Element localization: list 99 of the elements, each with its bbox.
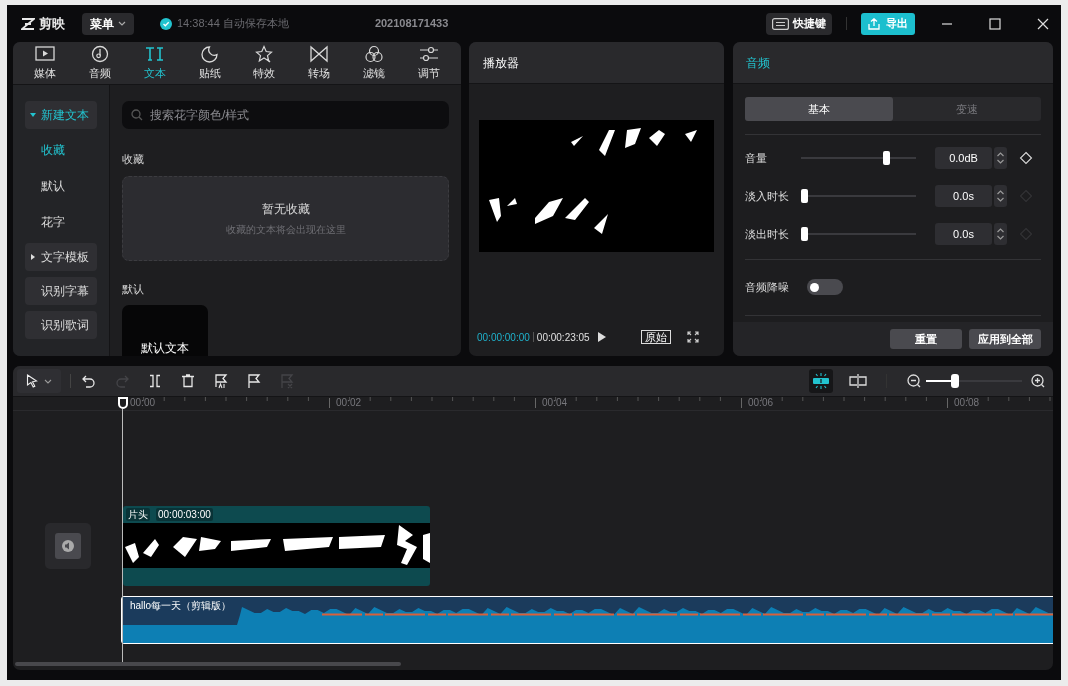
ruler-label: 00:06 (748, 397, 774, 409)
close-icon[interactable] (1037, 17, 1049, 30)
sidebar-item[interactable]: 收藏 (25, 135, 97, 165)
sidebar-item[interactable]: 识别字幕 (25, 277, 97, 305)
track-audio-button[interactable] (45, 523, 91, 569)
section-heading: 默认 (122, 281, 145, 297)
slider-track[interactable] (801, 189, 916, 203)
media-tab[interactable]: 转场 (299, 45, 340, 82)
video-frame-icon (35, 45, 55, 63)
play-icon[interactable] (596, 331, 607, 343)
slider-track[interactable] (801, 227, 916, 241)
reset-button[interactable]: 重置 (890, 329, 962, 349)
empty-title: 暂无收藏 (261, 200, 310, 218)
value-field[interactable]: 0.0s (935, 185, 992, 207)
star-icon (254, 45, 275, 63)
sidebar-item[interactable]: 识别歌词 (25, 311, 97, 339)
undo-icon[interactable] (82, 373, 96, 389)
app-name: 剪映 (39, 14, 65, 33)
cursor-arrow-icon (26, 374, 38, 388)
sidebar-item[interactable]: 新建文本 (25, 101, 97, 129)
media-tab[interactable]: 滤镜 (354, 45, 395, 82)
param-label: 淡入时长 (745, 188, 790, 204)
expanded-caret-icon[interactable] (29, 111, 37, 119)
search-field[interactable]: 搜索花字颜色/样式 (122, 101, 449, 129)
caret-icon (44, 378, 52, 384)
apply-all-button[interactable]: 应用到全部 (969, 329, 1041, 349)
param-label: 淡出时长 (745, 226, 790, 242)
video-clip[interactable]: 片头 00:00:03:00 (123, 506, 430, 586)
audio-clip[interactable]: hallo每一天（剪辑版） (121, 596, 1053, 644)
media-tab[interactable]: 文本 (134, 45, 175, 82)
shortcuts-button[interactable]: 快捷键 (766, 12, 832, 35)
magnet-bar-icon (812, 373, 830, 389)
speaker-icon (62, 540, 74, 552)
ruler-label: 00:02 (336, 397, 362, 409)
clip-label: 片头 (126, 508, 150, 521)
menu-button[interactable]: 菜单 (82, 12, 134, 35)
keyboard-icon (772, 17, 789, 30)
panel-title: 播放器 (483, 54, 519, 72)
split-icon[interactable] (148, 373, 162, 389)
value-field[interactable]: 0.0s (935, 223, 992, 245)
spinner-icon[interactable] (996, 189, 1005, 203)
toggle-switch[interactable] (807, 279, 843, 295)
media-tab[interactable]: 贴纸 (189, 45, 230, 82)
link-split-icon[interactable] (849, 374, 867, 388)
text-icon (144, 45, 165, 63)
text-preset-card[interactable]: 默认文本 (122, 305, 208, 356)
segment-tab[interactable]: 基本 (745, 97, 893, 121)
logo-icon (21, 17, 35, 30)
total-time: 00:00:23:05 (536, 330, 590, 345)
slider-thumb[interactable] (950, 374, 959, 388)
keyframe-diamond-icon[interactable] (1019, 151, 1033, 165)
slider-thumb[interactable] (801, 189, 808, 203)
toggle-label: 音频降噪 (745, 279, 790, 295)
spinner-icon[interactable] (996, 151, 1005, 165)
section-heading: 收藏 (122, 152, 145, 167)
value-field[interactable]: 0.0dB (935, 147, 992, 169)
ruler-label: 00:00 (130, 397, 156, 409)
sliders-icon (418, 45, 439, 63)
select-tool-button[interactable] (17, 369, 61, 393)
playhead[interactable] (117, 397, 128, 665)
media-tab[interactable]: 音频 (79, 45, 120, 82)
ruler-label: 00:04 (542, 397, 568, 409)
slider-thumb[interactable] (801, 227, 808, 241)
media-tab[interactable]: 特效 (244, 45, 285, 82)
zoom-slider[interactable] (926, 374, 1022, 388)
current-time: 00:00:00:00 (477, 330, 530, 345)
caret-icon (118, 21, 126, 26)
bowtie-icon (309, 45, 330, 63)
collapsed-caret-icon[interactable] (29, 253, 37, 261)
ratio-button[interactable]: 原始 (640, 330, 671, 344)
sidebar-item[interactable]: 文字模板 (25, 243, 97, 271)
snap-button[interactable] (809, 369, 833, 393)
flag-icon[interactable] (247, 373, 261, 389)
clip-label: hallo每一天（剪辑版） (130, 599, 232, 613)
media-tab[interactable]: 调节 (408, 45, 449, 82)
slider-thumb[interactable] (883, 151, 891, 165)
horizontal-scrollbar[interactable] (15, 662, 401, 666)
spinner-icon[interactable] (996, 227, 1005, 241)
clip-duration: 00:00:03:00 (156, 508, 213, 521)
slider-track[interactable] (801, 151, 916, 165)
fullscreen-icon[interactable] (686, 331, 699, 343)
search-icon (131, 109, 143, 121)
panel-title: 音频 (746, 54, 770, 72)
circles-icon (364, 45, 385, 63)
check-circle-icon (160, 17, 172, 30)
autosave-status: 14:38:44 自动保存本地 (177, 16, 289, 32)
trash-icon[interactable] (181, 373, 195, 389)
flag-ai-icon[interactable] (214, 373, 228, 389)
sidebar-item[interactable]: 花字 (25, 207, 97, 237)
maximize-icon[interactable] (989, 17, 1001, 30)
zoom-in-icon[interactable] (1031, 374, 1045, 388)
media-tab[interactable]: 媒体 (25, 45, 65, 82)
param-label: 音量 (745, 150, 768, 166)
ruler-label: 00:08 (954, 397, 980, 409)
share-icon (868, 17, 880, 30)
sidebar-item[interactable]: 默认 (25, 171, 97, 201)
project-title: 202108171433 (374, 16, 449, 32)
music-note-icon (89, 45, 110, 63)
zoom-out-icon[interactable] (907, 374, 921, 388)
